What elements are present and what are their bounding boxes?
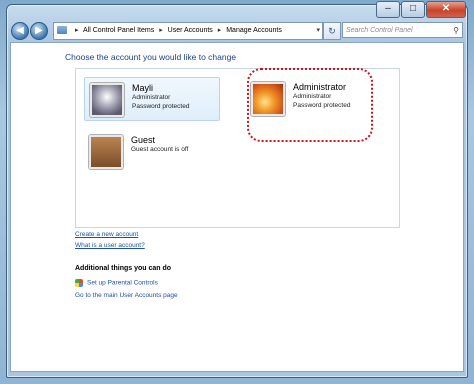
navigation-bar: ◀ ▶ ▸ All Control Panel Items ▸ User Acc… (11, 22, 463, 40)
search-input[interactable]: Search Control Panel ⚲ (342, 22, 463, 38)
search-placeholder: Search Control Panel (346, 27, 413, 34)
page-heading: Choose the account you would like to cha… (65, 52, 237, 62)
guest-suitcase-picture (89, 135, 123, 169)
account-tile-mayli[interactable]: Mayli Administrator Password protected (84, 77, 220, 121)
create-account-link[interactable]: Create a new account (75, 231, 138, 238)
highlight-ring (247, 68, 373, 142)
account-tile-guest[interactable]: Guest Guest account is off (84, 130, 220, 174)
forward-button[interactable]: ▶ (30, 22, 48, 40)
address-bar[interactable]: ▸ All Control Panel Items ▸ User Account… (53, 22, 323, 40)
shield-icon (75, 279, 83, 287)
account-type: Administrator (132, 94, 171, 101)
back-button[interactable]: ◀ (11, 22, 29, 40)
additional-tasks-title: Additional things you can do (75, 265, 172, 272)
refresh-icon[interactable]: ↻ (323, 22, 341, 40)
breadcrumb-manage-accounts[interactable]: Manage Accounts (226, 27, 282, 34)
account-status: Guest account is off (131, 146, 189, 153)
mayli-user-picture (90, 83, 124, 117)
caption-buttons: – □ ✕ (376, 1, 466, 18)
address-dropdown-icon[interactable]: ▾ (316, 23, 320, 39)
account-name: Guest (131, 135, 156, 145)
minimize-button[interactable]: – (376, 1, 400, 18)
parental-controls-link[interactable]: Set up Parental Controls (75, 279, 158, 287)
control-panel-icon (57, 26, 67, 35)
breadcrumb-separator: ▸ (159, 27, 163, 34)
what-is-user-account-link[interactable]: What is a user account? (75, 242, 145, 249)
account-name: Mayli (132, 83, 154, 93)
close-button[interactable]: ✕ (426, 1, 466, 18)
breadcrumb-user-accounts[interactable]: User Accounts (168, 27, 213, 34)
main-user-accounts-link[interactable]: Go to the main User Accounts page (75, 292, 178, 299)
account-status: Password protected (132, 102, 190, 110)
search-icon[interactable]: ⚲ (453, 23, 459, 39)
breadcrumb-separator: ▸ (74, 27, 79, 34)
parental-controls-label: Set up Parental Controls (87, 279, 158, 287)
breadcrumb-all-items[interactable]: All Control Panel Items (83, 27, 154, 34)
breadcrumb-separator: ▸ (217, 27, 222, 34)
maximize-button[interactable]: □ (401, 1, 425, 18)
